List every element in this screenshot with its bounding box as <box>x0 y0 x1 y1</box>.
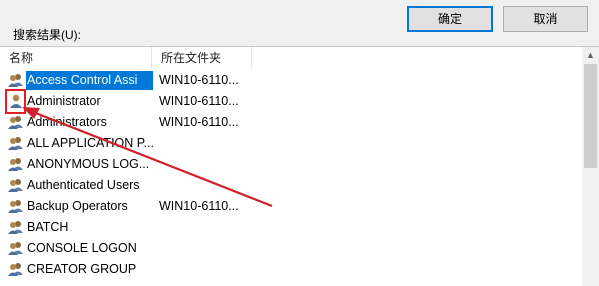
item-name: Backup Operators <box>27 199 128 213</box>
group-icon <box>8 158 23 171</box>
list-item[interactable]: ALL APPLICATION P... <box>0 133 582 154</box>
user-icon <box>10 94 22 108</box>
ok-button[interactable]: 确定 <box>407 6 493 32</box>
group-icon <box>8 200 23 213</box>
cancel-button[interactable]: 取消 <box>503 6 588 32</box>
results-list[interactable]: 名称 所在文件夹 Access Control Assi WIN10-6110..… <box>0 46 599 286</box>
group-icon <box>8 179 23 192</box>
item-name: Access Control Assi <box>26 71 153 90</box>
item-name: Administrator <box>27 94 101 108</box>
vertical-scrollbar[interactable]: ▲ <box>582 47 599 286</box>
list-item[interactable]: ANONYMOUS LOG... <box>0 154 582 175</box>
item-name: Administrators <box>27 115 107 129</box>
list-item[interactable]: Backup Operators WIN10-6110... <box>0 196 582 217</box>
item-folder: WIN10-6110... <box>159 73 239 87</box>
group-icon <box>8 242 23 255</box>
list-item[interactable]: Administrator WIN10-6110... <box>0 91 582 112</box>
list-item[interactable]: BATCH <box>0 217 582 238</box>
item-name: BATCH <box>27 220 69 234</box>
list-item[interactable]: Administrators WIN10-6110... <box>0 112 582 133</box>
group-icon <box>8 221 23 234</box>
item-folder: WIN10-6110... <box>159 115 239 129</box>
scroll-thumb[interactable] <box>584 64 597 168</box>
list-item[interactable]: Access Control Assi WIN10-6110... <box>0 70 582 91</box>
column-header-name[interactable]: 名称 <box>0 47 152 69</box>
item-folder: WIN10-6110... <box>159 199 239 213</box>
column-header-folder[interactable]: 所在文件夹 <box>152 47 252 69</box>
item-name: CONSOLE LOGON <box>27 241 137 255</box>
list-item[interactable]: Authenticated Users <box>0 175 582 196</box>
group-icon <box>8 263 23 276</box>
item-name: ANONYMOUS LOG... <box>27 157 150 171</box>
item-name: ALL APPLICATION P... <box>27 136 153 150</box>
group-icon <box>8 74 23 87</box>
group-icon <box>8 137 23 150</box>
search-results-label: 搜索结果(U): <box>13 28 81 42</box>
item-name: CREATOR GROUP <box>27 262 137 276</box>
list-item[interactable]: CONSOLE LOGON <box>0 238 582 259</box>
item-name: Authenticated Users <box>27 178 140 192</box>
group-icon <box>8 116 23 129</box>
scroll-up-icon[interactable]: ▲ <box>582 47 599 64</box>
list-header: 名称 所在文件夹 <box>0 47 582 69</box>
item-folder: WIN10-6110... <box>159 94 239 108</box>
list-item[interactable]: CREATOR GROUP <box>0 259 582 280</box>
